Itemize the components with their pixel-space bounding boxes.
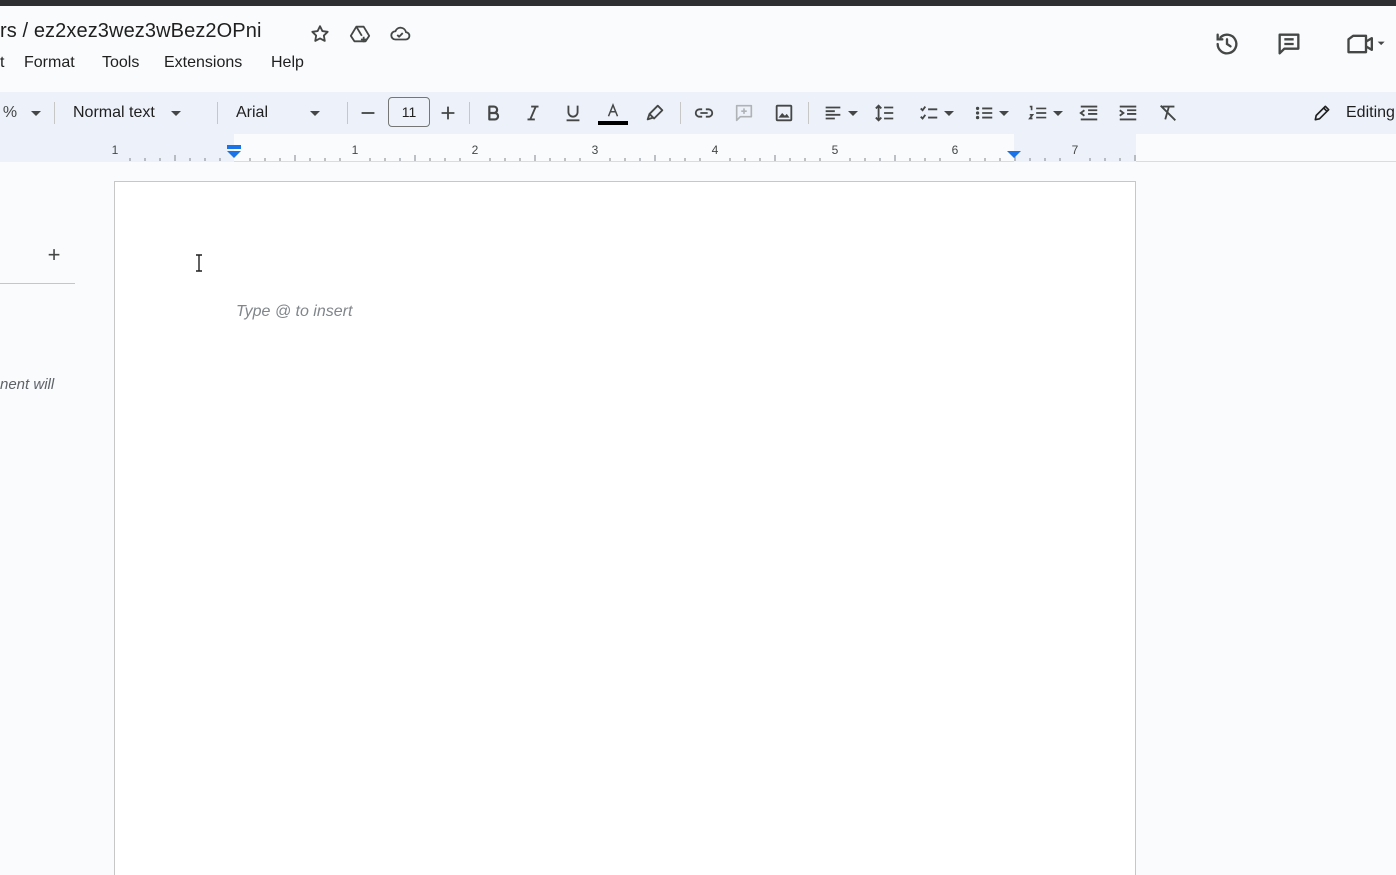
ruler-label: 2 [472, 143, 479, 157]
toolbar-divider [469, 102, 470, 124]
menu-extensions[interactable]: Extensions [164, 54, 242, 72]
formatting-toolbar: % Normal text Arial 11 [0, 92, 1396, 134]
ruler[interactable]: 1 1 2 3 4 5 6 7 [0, 134, 1396, 162]
first-line-indent-handle[interactable] [227, 145, 241, 149]
numbered-list-select[interactable] [1022, 96, 1068, 130]
toolbar-divider [680, 102, 681, 124]
decrease-font-size-button[interactable] [356, 96, 380, 130]
ruler-svg: 1 1 2 3 4 5 6 7 [0, 134, 1136, 162]
editing-mode-button[interactable]: Editing [1312, 100, 1395, 126]
version-history-icon[interactable] [1211, 28, 1243, 60]
add-comment-button[interactable] [732, 96, 756, 130]
underline-button[interactable] [561, 96, 585, 130]
clear-formatting-button[interactable] [1156, 96, 1180, 130]
minus-icon [361, 112, 375, 114]
toolbar-divider [54, 102, 55, 124]
align-select[interactable] [818, 96, 862, 130]
chevron-down-icon [1053, 110, 1063, 116]
text-color-icon [607, 102, 619, 117]
chevron-down-icon [31, 110, 42, 116]
comments-icon[interactable] [1273, 28, 1305, 60]
ruler-label: 3 [592, 143, 599, 157]
ruler-label: 4 [712, 143, 719, 157]
zoom-value: % [2, 104, 18, 121]
increase-indent-button[interactable] [1116, 96, 1140, 130]
font-size-input[interactable]: 11 [388, 97, 430, 127]
move-to-drive-icon[interactable] [348, 22, 372, 46]
document-page[interactable] [114, 181, 1136, 875]
header: rs / ez2xez3wez3wBez2OPni t Format Tools… [0, 6, 1396, 92]
paragraph-style-select[interactable]: Normal text [66, 96, 208, 130]
meet-camera-icon[interactable] [1340, 28, 1392, 60]
toolbar-divider [347, 102, 348, 124]
paragraph-style-value: Normal text [73, 104, 155, 121]
font-family-select[interactable]: Arial [228, 96, 338, 130]
menu-insert-partial[interactable]: t [0, 54, 4, 72]
toolbar-divider [808, 102, 809, 124]
chevron-down-icon [999, 110, 1009, 116]
clear-formatting-icon [1160, 105, 1176, 121]
toolbar-divider [217, 102, 218, 124]
cloud-saved-icon[interactable] [388, 22, 412, 46]
image-icon [775, 104, 793, 122]
italic-icon [527, 105, 539, 121]
line-spacing-button[interactable] [873, 96, 897, 130]
text-cursor-icon [196, 254, 202, 272]
ruler-label: 5 [832, 143, 839, 157]
numbered-list-icon [1028, 105, 1047, 120]
font-family-value: Arial [236, 104, 269, 121]
increase-font-size-button[interactable] [436, 96, 460, 130]
star-icon[interactable] [308, 22, 332, 46]
menu-format[interactable]: Format [24, 54, 75, 72]
document-title[interactable]: rs / ez2xez3wez3wBez2OPni [0, 20, 262, 43]
checklist-icon [920, 106, 938, 120]
ruler-label: 1 [112, 143, 119, 157]
zoom-select[interactable]: % [0, 96, 44, 130]
bold-button[interactable] [481, 96, 505, 130]
pencil-icon [1314, 105, 1330, 121]
ruler-label: 6 [952, 143, 959, 157]
checklist-select[interactable] [913, 96, 959, 130]
bold-icon [488, 105, 500, 121]
chevron-down-icon [848, 110, 858, 116]
decrease-indent-button[interactable] [1077, 96, 1101, 130]
bulleted-list-icon [975, 106, 993, 120]
link-icon [694, 108, 714, 118]
menu-tools[interactable]: Tools [102, 54, 139, 72]
underline-icon [566, 105, 580, 122]
increase-indent-icon [1119, 105, 1137, 121]
add-tab-button[interactable]: + [44, 242, 64, 268]
add-comment-icon [735, 104, 753, 122]
text-color-swatch [598, 120, 628, 125]
ruler-label: 7 [1072, 143, 1079, 157]
chevron-down-icon [944, 110, 954, 116]
highlight-color-button[interactable] [643, 96, 667, 130]
italic-button[interactable] [521, 96, 545, 130]
chevron-down-icon [310, 110, 321, 116]
plus-icon [441, 106, 455, 120]
side-panel-divider [0, 283, 75, 284]
insert-placeholder[interactable]: Type @ to insert [236, 303, 352, 321]
text-color-button[interactable] [598, 96, 628, 130]
highlighter-icon [646, 104, 664, 121]
line-spacing-icon [875, 104, 894, 122]
ruler-label: 1 [352, 143, 359, 157]
bulleted-list-select[interactable] [968, 96, 1014, 130]
insert-image-button[interactable] [772, 96, 796, 130]
editing-mode-label: Editing [1346, 104, 1395, 121]
insert-link-button[interactable] [692, 96, 716, 130]
align-left-icon [825, 106, 841, 120]
side-panel-hint-text: nent will [0, 376, 55, 393]
decrease-indent-icon [1079, 105, 1098, 121]
menu-help[interactable]: Help [271, 54, 304, 72]
chevron-down-icon [170, 110, 181, 116]
